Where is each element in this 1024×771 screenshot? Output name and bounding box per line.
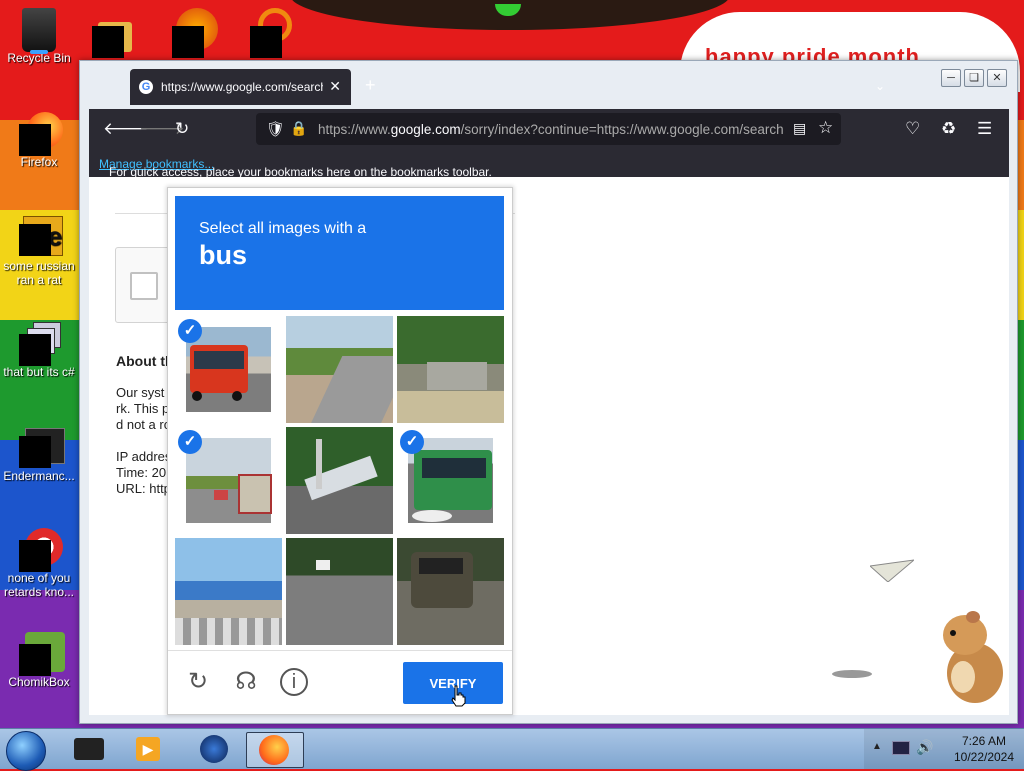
checkmark-icon: ✓ — [400, 430, 424, 454]
ip-address-line: IP addres — [116, 449, 172, 464]
desktop-app-icon-3[interactable] — [250, 8, 292, 58]
network-icon[interactable] — [892, 741, 910, 755]
desktop-app-icon-2[interactable] — [172, 8, 218, 58]
tab-title: https://www.google.com/search — [161, 80, 323, 94]
window-controls: ─ ❏ ✕ — [941, 69, 1007, 87]
wallpaper-green-mark — [495, 4, 521, 16]
clock[interactable]: 7:26 AM 10/22/2024 — [944, 733, 1024, 765]
about-heading: About th — [116, 353, 174, 369]
captcha-tile[interactable] — [175, 538, 282, 645]
clock-date: 10/22/2024 — [953, 750, 1015, 764]
system-tray: ▲ 🔊 7:26 AM 10/22/2024 — [864, 729, 1024, 769]
wallpaper-oval — [290, 0, 730, 30]
taskbar-app-media[interactable]: ▶ — [122, 732, 178, 766]
new-tab-button[interactable]: + — [365, 75, 376, 96]
recaptcha-checkbox[interactable] — [130, 272, 158, 300]
reload-icon[interactable]: ↻ — [175, 119, 189, 139]
checkmark-icon: ✓ — [178, 319, 202, 343]
captcha-tile[interactable] — [286, 316, 393, 423]
minimize-button[interactable]: ─ — [941, 69, 961, 87]
url-line: URL: http — [116, 481, 171, 496]
desktop-icon-retards[interactable]: none of you retards kno... — [1, 528, 77, 599]
captcha-header: Select all images with a bus — [175, 196, 504, 310]
folder-icon: e — [19, 216, 63, 256]
captcha-tile[interactable] — [286, 538, 393, 645]
tab-close-icon[interactable]: ✕ — [329, 78, 341, 95]
info-icon[interactable]: i — [280, 668, 308, 696]
taskbar: ▶ ▲ 🔊 7:26 AM 10/22/2024 — [0, 728, 1024, 771]
checkmark-icon: ✓ — [178, 430, 202, 454]
captcha-target: bus — [199, 240, 248, 270]
captcha-tile[interactable] — [286, 427, 393, 534]
captcha-footer-divider — [168, 650, 512, 651]
desktop-icon-csharp[interactable]: that but its c# — [1, 322, 77, 379]
list-tabs-icon[interactable]: ⌄ — [875, 79, 885, 93]
restore-button[interactable]: ❏ — [964, 69, 984, 87]
browser-tab[interactable]: G https://www.google.com/search ✕ — [130, 69, 351, 105]
desktop-icon-rat[interactable]: e some russian ran a rat — [1, 216, 77, 287]
time-line: Time: 20 — [116, 465, 167, 480]
desktop-icon-chomikbox[interactable]: ChomikBox — [1, 632, 77, 689]
chomikbox-icon — [19, 632, 65, 676]
page-paragraph-line: rk. This p — [116, 401, 170, 416]
window-stack-icon — [19, 322, 61, 366]
captcha-tile[interactable]: ✓ — [175, 427, 282, 534]
volume-icon[interactable]: 🔊 — [916, 739, 933, 756]
captcha-tile[interactable]: ✓ — [175, 316, 282, 423]
captcha-challenge: Select all images with a bus ✓ ✓ ✓ ↻ ☊ i… — [167, 187, 513, 715]
recycle-bin-icon — [19, 8, 59, 54]
pocket-icon[interactable]: ♡ — [905, 119, 920, 139]
terminal-icon — [19, 426, 65, 468]
bookmark-star-icon[interactable]: ☆ — [818, 118, 833, 138]
taskbar-app-globe[interactable] — [186, 732, 242, 766]
paper-plane-icon — [870, 559, 914, 582]
pet-shadow — [832, 670, 872, 678]
page-paragraph-line: Our syst — [116, 385, 165, 400]
hamster-pet-icon — [943, 611, 1003, 703]
app-circle-icon — [19, 528, 63, 572]
desktop-icon-firefox[interactable]: Firefox — [1, 112, 77, 169]
reader-view-icon[interactable]: ▤ — [793, 120, 806, 137]
captcha-tile[interactable]: ✓ — [397, 427, 504, 534]
extensions-icon[interactable]: ♻ — [941, 119, 956, 139]
desktop-icon-endermanch[interactable]: Endermanc... — [1, 426, 77, 483]
reload-challenge-icon[interactable]: ↻ — [184, 668, 212, 696]
desktop-icon-recycle-bin[interactable]: Recycle Bin — [1, 8, 77, 65]
nav-toolbar: 🡐 🡒 ↻ 🛡 🔒 https://www.google.com/sorry/i… — [89, 109, 1009, 149]
close-window-button[interactable]: ✕ — [987, 69, 1007, 87]
captcha-tile[interactable] — [397, 538, 504, 645]
captcha-tile[interactable] — [397, 316, 504, 423]
tray-expand-icon[interactable]: ▲ — [872, 741, 882, 752]
firefox-icon — [19, 112, 63, 156]
page-paragraph-line: d not a ro — [116, 417, 171, 432]
captcha-instruction: Select all images with a — [199, 220, 367, 237]
url-bar[interactable]: 🛡 🔒 https://www.google.com/sorry/index?c… — [256, 113, 841, 145]
lock-icon[interactable]: 🔒 — [290, 120, 307, 137]
taskbar-app-terminal[interactable] — [62, 732, 118, 766]
url-text[interactable]: https://www.google.com/sorry/index?conti… — [318, 122, 783, 137]
google-favicon-icon: G — [139, 80, 153, 94]
bookmarks-toolbar: For quick access, place your bookmarks h… — [89, 149, 1009, 179]
start-button[interactable] — [6, 731, 46, 771]
clock-time: 7:26 AM — [961, 734, 1007, 748]
hand-cursor-icon — [451, 685, 466, 707]
desktop-app-icon-1[interactable] — [92, 22, 132, 58]
shield-icon[interactable]: 🛡 — [266, 120, 285, 138]
audio-challenge-icon[interactable]: ☊ — [232, 668, 260, 696]
taskbar-app-firefox[interactable] — [246, 732, 304, 768]
menu-icon[interactable]: ☰ — [977, 119, 992, 139]
